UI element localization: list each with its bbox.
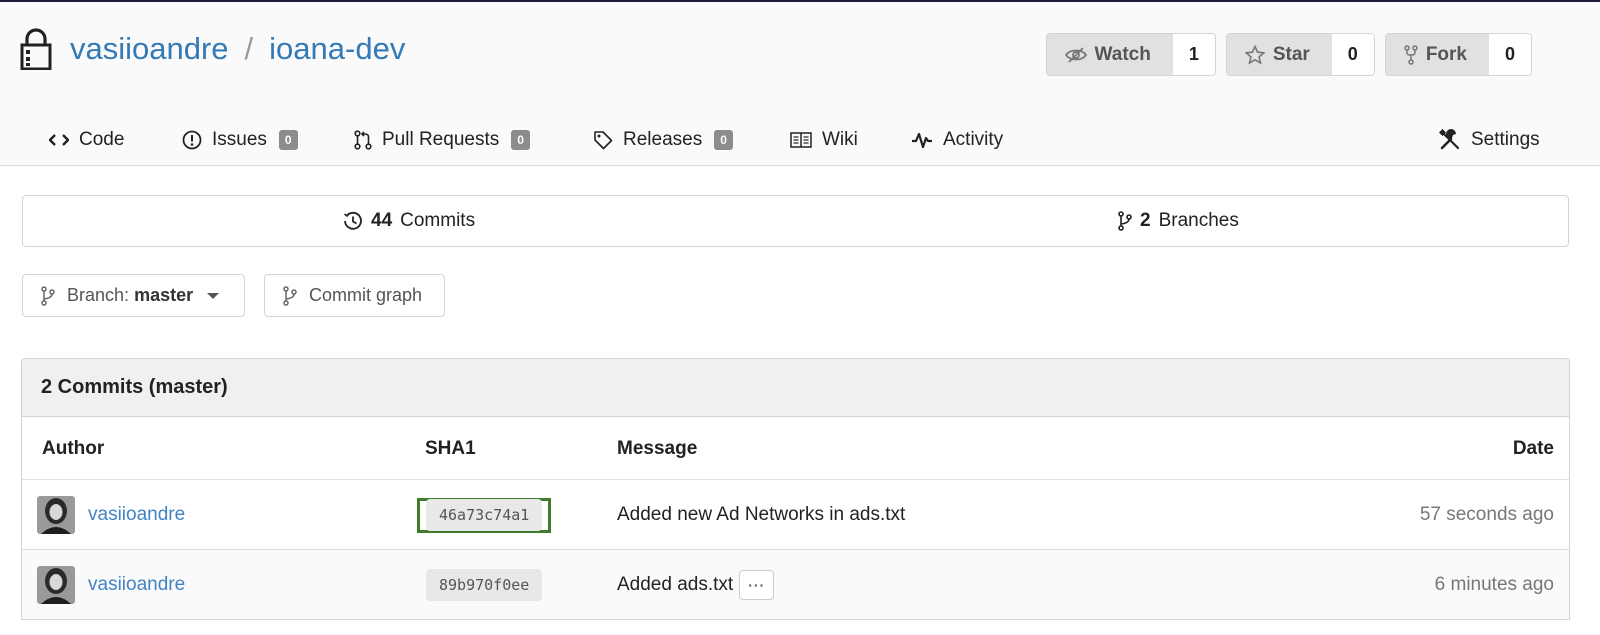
tab-code-label: Code [79, 129, 125, 150]
branch-selector-value: master [134, 285, 194, 305]
watch-action: Watch 1 [1045, 33, 1216, 76]
repo-name-link[interactable]: ioana-dev [269, 31, 405, 67]
repo-tabs: Code Issues 0 Pull Requests 0 Releases 0… [0, 114, 1600, 166]
tag-icon [594, 131, 613, 150]
commits-table-header-row: Author SHA1 Message Date [22, 417, 1569, 480]
date-cell: 6 minutes ago [1434, 550, 1554, 619]
expand-message-button[interactable]: ··· [739, 570, 775, 600]
star-label: Star [1272, 43, 1310, 65]
commits-table-title: 2 Commits (master) [22, 359, 1569, 417]
branch-icon [41, 285, 55, 306]
tab-settings-label: Settings [1471, 129, 1540, 150]
releases-count-badge: 0 [714, 130, 733, 150]
watch-label: Watch [1094, 43, 1151, 65]
sha-cell: 46a73c74a1 [417, 480, 552, 550]
commit-graph-label: Commit graph [309, 285, 423, 305]
tab-settings[interactable]: Settings [1439, 114, 1540, 166]
issues-count-badge: 0 [278, 130, 298, 150]
column-header-message: Message [617, 437, 698, 459]
column-header-sha: SHA1 [425, 437, 476, 459]
tab-pull-requests[interactable]: Pull Requests 0 [354, 114, 530, 166]
author-cell: vasiioandre [37, 550, 185, 619]
issue-icon [182, 130, 202, 150]
watch-button[interactable]: Watch [1046, 34, 1173, 75]
pulse-icon [912, 132, 932, 149]
commits-label: Commits [400, 210, 476, 231]
pull-request-icon [354, 130, 372, 150]
repo-owner-link[interactable]: vasiioandre [70, 31, 229, 67]
message-cell: Added new Ad Networks in ads.txt [617, 480, 905, 550]
branch-icon [1118, 211, 1132, 231]
sha-link[interactable]: 89b970f0ee [426, 569, 543, 601]
tab-pull-requests-label: Pull Requests [382, 129, 500, 150]
branch-icon [283, 285, 297, 306]
repo-path-separator: / [244, 31, 254, 66]
repo-stats-bar: 44 Commits 2 Branches [22, 195, 1569, 247]
repo-title: vasiioandre / ioana-dev [20, 28, 405, 70]
branches-count: 2 [1140, 210, 1151, 231]
book-icon [790, 132, 812, 148]
sha-link[interactable]: 46a73c74a1 [426, 498, 543, 531]
date-cell: 57 seconds ago [1420, 480, 1554, 550]
repo-header: vasiioandre / ioana-dev Watch 1 Star 0 F… [0, 2, 1600, 166]
tab-wiki-label: Wiki [822, 129, 858, 150]
commit-message[interactable]: Added ads.txt [617, 574, 733, 596]
column-header-author: Author [42, 437, 105, 459]
author-link[interactable]: vasiioandre [88, 504, 185, 526]
pull-requests-count-badge: 0 [511, 130, 530, 150]
commit-graph-button[interactable]: Commit graph [264, 274, 445, 317]
branch-selector-label: Branch: master [67, 285, 193, 306]
code-icon [49, 134, 69, 146]
tab-issues[interactable]: Issues 0 [182, 114, 298, 166]
commit-date: 6 minutes ago [1434, 574, 1554, 595]
tab-wiki[interactable]: Wiki [790, 114, 858, 166]
branch-selector-prefix: Branch: [67, 285, 130, 305]
tab-issues-label: Issues [212, 129, 267, 150]
branch-selector-dropdown[interactable]: Branch: master [22, 274, 245, 317]
fork-action: Fork 0 [1384, 33, 1532, 76]
tab-code[interactable]: Code [49, 114, 124, 166]
tab-releases-label: Releases [623, 129, 703, 150]
commits-table: 2 Commits (master) Author SHA1 Message D… [21, 358, 1570, 620]
commits-count: 44 [371, 210, 393, 231]
history-icon [344, 211, 362, 230]
fork-button[interactable]: Fork [1385, 34, 1489, 75]
table-row: vasiioandre 46a73c74a1 Added new Ad Netw… [22, 480, 1569, 550]
avatar[interactable] [37, 566, 75, 604]
commit-message[interactable]: Added new Ad Networks in ads.txt [617, 504, 905, 526]
author-link[interactable]: vasiioandre [88, 574, 185, 596]
branches-label: Branches [1158, 210, 1239, 231]
fork-icon [1404, 44, 1418, 65]
commit-date: 57 seconds ago [1419, 504, 1554, 525]
tab-releases[interactable]: Releases 0 [593, 114, 733, 166]
lock-icon [20, 28, 52, 70]
sha-focus-outline: 46a73c74a1 [417, 497, 552, 533]
tab-activity-label: Activity [943, 129, 1004, 150]
branches-stat[interactable]: 2 Branches [1118, 196, 1239, 246]
column-header-date: Date [1512, 437, 1554, 459]
eye-slash-icon [1064, 46, 1087, 63]
fork-label: Fork [1425, 43, 1467, 65]
author-cell: vasiioandre [37, 480, 185, 550]
commits-stat[interactable]: 44 Commits [343, 196, 475, 246]
chevron-down-icon [207, 292, 220, 299]
fork-count[interactable]: 0 [1489, 34, 1531, 75]
avatar[interactable] [37, 496, 75, 534]
sha-cell: 89b970f0ee [426, 550, 543, 619]
tab-activity[interactable]: Activity [911, 114, 1003, 166]
message-cell: Added ads.txt ··· [617, 550, 775, 619]
star-button[interactable]: Star [1226, 34, 1332, 75]
tools-icon [1439, 129, 1460, 150]
watch-count[interactable]: 1 [1172, 34, 1215, 75]
star-icon [1244, 44, 1265, 65]
repo-actions: Watch 1 Star 0 Fork 0 [1045, 33, 1532, 76]
star-action: Star 0 [1225, 33, 1375, 76]
table-row: vasiioandre 89b970f0ee Added ads.txt ···… [22, 550, 1569, 619]
star-count[interactable]: 0 [1331, 34, 1374, 75]
